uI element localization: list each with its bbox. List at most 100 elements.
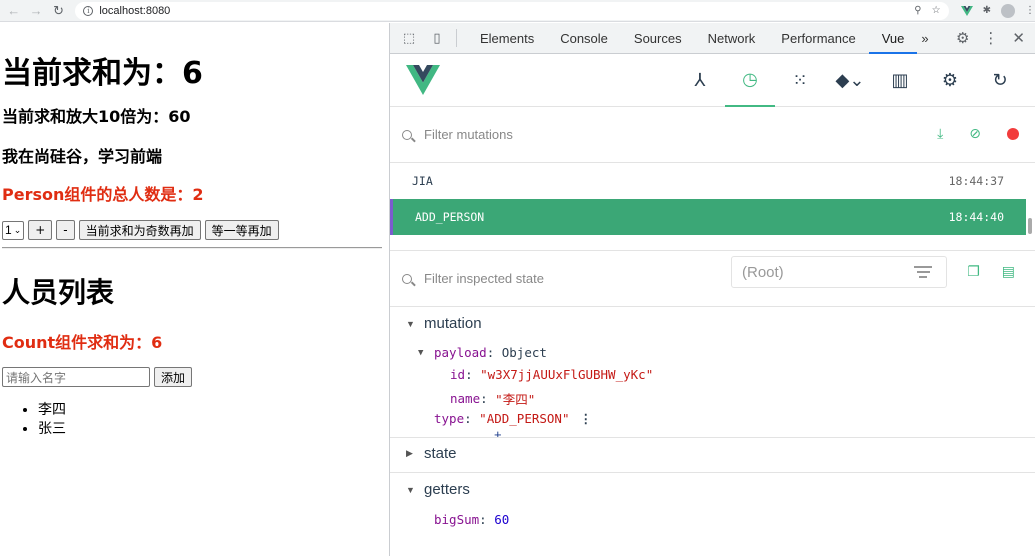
device-toolbar-icon[interactable]: ▯ [428, 29, 446, 47]
vue-logo-icon [406, 65, 440, 95]
devtools-panel: ⬚ ▯ Elements Console Sources Network Per… [389, 23, 1035, 556]
record-icon[interactable] [1007, 127, 1019, 140]
bigsum-row[interactable]: bigSum: 60 [434, 512, 509, 527]
add-person-row: 请输入名字 添加 [2, 367, 193, 387]
school-heading: 我在尚硅谷，学习前端 [2, 147, 163, 166]
tab-separator [456, 29, 457, 47]
name-key: name [450, 391, 481, 406]
type-row[interactable]: type: "ADD_PERSON" ⋮ [434, 411, 592, 426]
filter-lines-icon[interactable] [914, 263, 932, 281]
more-actions-icon[interactable]: ⋮ [579, 411, 592, 426]
browser-toolbar: ← → ↻ i localhost:8080 ⚲ ☆ ✱ ⋮ [0, 0, 1035, 22]
components-tree-icon[interactable]: ⅄ [675, 54, 725, 107]
copy-icon[interactable]: ❐ [967, 263, 980, 280]
tab-vue[interactable]: Vue [868, 23, 918, 54]
increment-if-odd-button[interactable]: 当前求和为奇数再加 [78, 220, 201, 240]
name-value: "李四" [495, 392, 536, 407]
mutation-time: 18:44:37 [948, 174, 1004, 188]
commit-all-icon[interactable]: ⤓ [937, 125, 943, 142]
id-row[interactable]: id: "w3X7jjAUUxFlGUBHW_yKc" [450, 367, 653, 382]
payload-key: payload [434, 345, 487, 360]
scrollbar[interactable] [1028, 218, 1032, 234]
section-title: mutation [424, 315, 482, 332]
name-input[interactable]: 请输入名字 [2, 367, 150, 387]
add-person-button[interactable]: 添加 [154, 367, 193, 387]
reload-icon[interactable]: ↻ [50, 2, 67, 20]
big-sum-heading: 当前求和放大10倍为：60 [2, 107, 191, 126]
vue-devtools-extension-icon[interactable] [960, 5, 973, 16]
mutation-name: JIA [412, 174, 433, 188]
bookmark-star-icon[interactable]: ☆ [932, 5, 941, 16]
person-list-title: 人员列表 [2, 276, 115, 309]
settings-icon[interactable]: ⚙ [925, 54, 975, 107]
app-page: 当前求和为：6 当前求和放大10倍为：60 我在尚硅谷，学习前端 Person组… [0, 23, 389, 556]
list-item: 李四 [38, 401, 66, 420]
revert-all-icon[interactable]: ⊘ [969, 125, 981, 142]
expanded-triangle-icon: ▼ [406, 484, 415, 495]
getters-section-header[interactable]: ▼ getters [406, 481, 470, 498]
mutation-list: JIA 18:44:37 ADD_PERSON 18:44:40 [390, 163, 1035, 251]
inspect-element-icon[interactable]: ⬚ [400, 29, 418, 47]
mutation-time: 18:44:40 [948, 210, 1004, 224]
more-tabs-icon[interactable]: » [917, 23, 932, 54]
type-value: "ADD_PERSON" [479, 411, 570, 426]
url-text: localhost:8080 [99, 4, 171, 17]
address-bar[interactable]: i localhost:8080 ⚲ ☆ [75, 1, 949, 20]
person-total-heading: Person组件的总人数是：2 [2, 185, 204, 204]
settings-gear-icon[interactable]: ⚙ [956, 29, 969, 47]
extensions-icon[interactable]: ✱ [983, 5, 991, 16]
state-filter-input[interactable]: Filter inspected state [424, 271, 544, 286]
paste-icon[interactable]: ▤ [1002, 263, 1015, 280]
increment-button[interactable]: + [28, 220, 53, 240]
state-section-header[interactable]: ▶ state [406, 445, 457, 462]
mutation-entry-selected[interactable]: ADD_PERSON 18:44:40 [390, 199, 1026, 235]
mutation-filter-row: Filter mutations ⤓ ⊘ [390, 107, 1035, 163]
back-icon[interactable]: ← [5, 2, 22, 20]
root-selector[interactable]: (Root) [731, 256, 947, 288]
name-row[interactable]: name: "李四" [450, 389, 535, 408]
vuex-history-icon[interactable]: ◷ [725, 54, 775, 107]
list-item: 张三 [38, 420, 66, 439]
state-filter-row: Filter inspected state (Root) ❐ ▤ [390, 251, 1035, 307]
tab-elements[interactable]: Elements [467, 23, 547, 54]
profile-avatar[interactable] [1000, 3, 1015, 18]
collapsed-triangle-icon: ▶ [406, 448, 413, 458]
bigsum-value: 60 [494, 512, 510, 527]
devtools-menu-icon[interactable]: ⋮ [983, 29, 998, 47]
payload-row[interactable]: ▼ payload: Object [418, 345, 547, 360]
section-divider [390, 437, 1035, 438]
site-info-icon[interactable]: i [83, 5, 94, 16]
routing-icon[interactable]: ◆⌄ [825, 54, 875, 107]
increment-wait-button[interactable]: 等一等再加 [204, 220, 279, 240]
section-title: getters [424, 481, 470, 498]
search-icon [402, 129, 412, 140]
id-value: "w3X7jjAUUxFlGUBHW_yKc" [480, 367, 654, 382]
mutation-section-header[interactable]: ▼ mutation [406, 315, 482, 332]
section-title: state [424, 445, 457, 462]
step-select[interactable]: 1 ⌄ [2, 220, 25, 240]
chevron-down-icon: ⌄ [13, 224, 22, 235]
person-list: 李四 张三 [22, 401, 66, 439]
forward-icon[interactable]: → [27, 2, 44, 20]
browser-menu-icon[interactable]: ⋮ [1025, 5, 1035, 16]
payload-type: Object [501, 345, 547, 360]
mutation-filter-input[interactable]: Filter mutations [424, 127, 513, 142]
tab-performance[interactable]: Performance [768, 23, 868, 54]
bigsum-key: bigSum [434, 512, 480, 527]
section-divider [390, 472, 1035, 473]
events-icon[interactable]: ⁙ [775, 54, 825, 107]
zoom-icon[interactable]: ⚲ [914, 5, 921, 16]
mutation-entry[interactable]: JIA 18:44:37 [390, 163, 1026, 199]
refresh-icon[interactable]: ↻ [975, 54, 1025, 107]
id-key: id [450, 367, 466, 382]
vue-devtools-nav: ⅄ ◷ ⁙ ◆⌄ ▥ ⚙ ↻ [675, 54, 1025, 107]
count-controls: 1 ⌄ + - 当前求和为奇数再加 等一等再加 [2, 220, 279, 240]
close-icon[interactable]: ✕ [1012, 29, 1025, 47]
performance-chart-icon[interactable]: ▥ [875, 54, 925, 107]
tab-network[interactable]: Network [695, 23, 769, 54]
type-key: type [434, 411, 465, 426]
mutation-name: ADD_PERSON [415, 210, 485, 224]
decrement-button[interactable]: - [56, 220, 75, 240]
tab-console[interactable]: Console [547, 23, 621, 54]
tab-sources[interactable]: Sources [621, 23, 695, 54]
